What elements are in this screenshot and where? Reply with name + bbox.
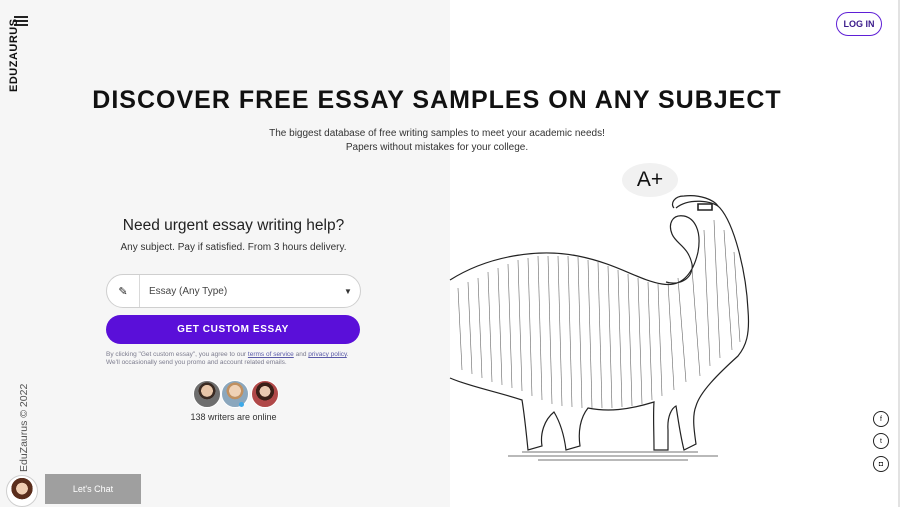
disclaimer-mid: and (293, 351, 309, 358)
writer-avatar (221, 380, 249, 408)
login-button[interactable]: LOG IN (836, 12, 882, 36)
writer-avatar (193, 380, 221, 408)
brand-logo[interactable]: EDUZAURUS (8, 18, 20, 92)
terms-disclaimer: By clicking "Get custom essay", you agre… (106, 351, 360, 367)
page-subtitle: The biggest database of free writing sam… (0, 127, 874, 155)
privacy-policy-link[interactable]: privacy policy (308, 351, 347, 358)
page-title: DISCOVER FREE ESSAY SAMPLES ON ANY SUBJE… (92, 86, 782, 114)
lets-chat-button[interactable]: Let's Chat (45, 474, 141, 504)
writers-online-count: 138 writers are online (190, 412, 277, 422)
terms-of-service-link[interactable]: terms of service (248, 351, 294, 358)
chat-agent-avatar[interactable] (6, 475, 38, 507)
online-indicator (239, 402, 244, 407)
paper-type-value: Essay (Any Type) (149, 285, 228, 297)
writer-avatars (193, 380, 283, 408)
subtitle-line-2: Papers without mistakes for your college… (345, 142, 529, 153)
dinosaur-illustration (449, 195, 750, 461)
copyright-text: EduZaurus © 2022 (18, 383, 30, 472)
pen-icon: ✎ (107, 275, 140, 307)
instagram-icon[interactable]: ◘ (873, 456, 889, 472)
get-custom-essay-button[interactable]: GET CUSTOM ESSAY (106, 315, 360, 344)
disclaimer-prefix: By clicking "Get custom essay", you agre… (106, 351, 248, 358)
twitter-icon[interactable]: t (873, 433, 889, 449)
facebook-icon[interactable]: f (873, 411, 889, 427)
chevron-down-icon: ▼ (344, 286, 352, 296)
order-subheading: Any subject. Pay if satisfied. From 3 ho… (120, 242, 347, 253)
paper-type-select[interactable]: ✎ Essay (Any Type) ▼ (106, 274, 361, 308)
order-heading: Need urgent essay writing help? (122, 217, 345, 234)
writer-avatar (251, 380, 279, 408)
subtitle-line-1: The biggest database of free writing sam… (269, 128, 605, 139)
left-panel (0, 0, 450, 507)
